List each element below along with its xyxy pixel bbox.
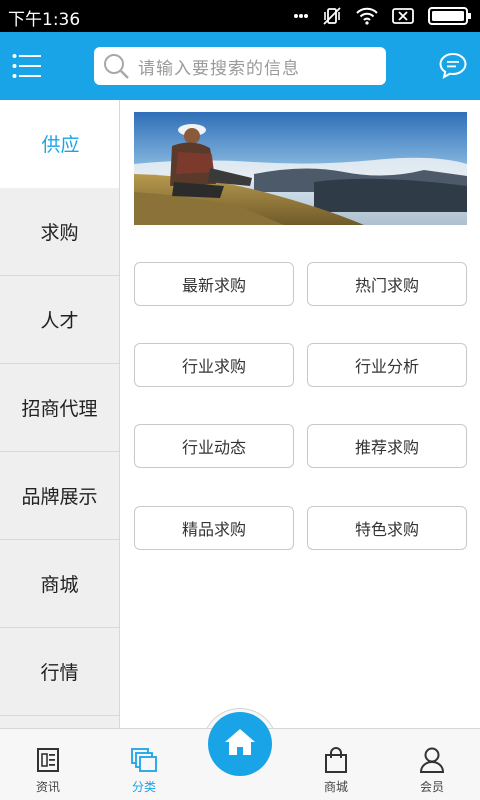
nav-item-category[interactable]: 分类 <box>96 729 192 800</box>
category-sidebar: 供应 求购 人才 招商代理 品牌展示 商城 行情 <box>0 100 120 728</box>
status-bar: 下午1:36 <box>0 0 480 32</box>
sidebar-item-supply[interactable]: 供应 <box>0 100 119 188</box>
shopping-bag-icon <box>324 745 348 775</box>
subcategory-button[interactable]: 行业求购 <box>134 343 294 387</box>
nav-item-mall[interactable]: 商城 <box>288 729 384 800</box>
sidebar-item-label: 商城 <box>40 574 79 596</box>
category-icon <box>130 745 158 775</box>
no-sim-icon <box>392 8 414 24</box>
sidebar-item-label: 求购 <box>40 222 79 244</box>
sidebar-item-talent[interactable]: 人才 <box>0 276 119 364</box>
home-icon <box>223 726 257 762</box>
subcategory-button[interactable]: 行业分析 <box>307 343 467 387</box>
vibrate-off-icon <box>322 6 342 26</box>
sidebar-item-label: 人才 <box>40 310 79 332</box>
sidebar-item-brands[interactable]: 品牌展示 <box>0 452 119 540</box>
search-input[interactable]: 请输入要搜索的信息 <box>94 47 386 85</box>
nav-label: 分类 <box>131 780 156 794</box>
wifi-icon <box>356 7 378 25</box>
home-button[interactable] <box>208 712 272 776</box>
subcategory-button[interactable]: 热门求购 <box>307 262 467 306</box>
sidebar-item-agency[interactable]: 招商代理 <box>0 364 119 452</box>
sidebar-item-label: 招商代理 <box>21 398 98 420</box>
subcategory-button[interactable]: 行业动态 <box>134 424 294 468</box>
nav-label: 会员 <box>419 780 444 794</box>
more-dots-icon <box>294 13 308 19</box>
subcategory-button[interactable]: 特色求购 <box>307 506 467 550</box>
nav-item-member[interactable]: 会员 <box>384 729 480 800</box>
menu-button[interactable] <box>12 52 42 80</box>
banner-image[interactable] <box>134 112 467 225</box>
sidebar-item-label: 供应 <box>41 134 80 156</box>
nav-label: 商城 <box>323 780 348 794</box>
search-placeholder: 请输入要搜索的信息 <box>138 58 300 79</box>
status-time: 下午1:36 <box>8 10 81 30</box>
user-icon <box>419 745 445 775</box>
sidebar-item-mall[interactable]: 商城 <box>0 540 119 628</box>
nav-label: 资讯 <box>35 780 60 794</box>
app-header: 请输入要搜索的信息 <box>0 32 480 100</box>
sidebar-item-purchase[interactable]: 求购 <box>0 188 119 276</box>
sidebar-item-market[interactable]: 行情 <box>0 628 119 716</box>
sidebar-item-label: 品牌展示 <box>21 486 98 508</box>
news-icon <box>36 745 60 775</box>
search-icon <box>94 47 138 85</box>
subcategory-button[interactable]: 推荐求购 <box>307 424 467 468</box>
hamburger-menu-icon <box>12 54 42 84</box>
subcategory-button[interactable]: 最新求购 <box>134 262 294 306</box>
chat-bubble-icon <box>438 52 468 85</box>
sidebar-item-label: 行情 <box>40 662 79 684</box>
battery-icon <box>428 7 472 25</box>
status-icons <box>294 6 472 26</box>
nav-item-news[interactable]: 资讯 <box>0 729 96 800</box>
subcategory-button[interactable]: 精品求购 <box>134 506 294 550</box>
message-button[interactable] <box>438 51 468 81</box>
